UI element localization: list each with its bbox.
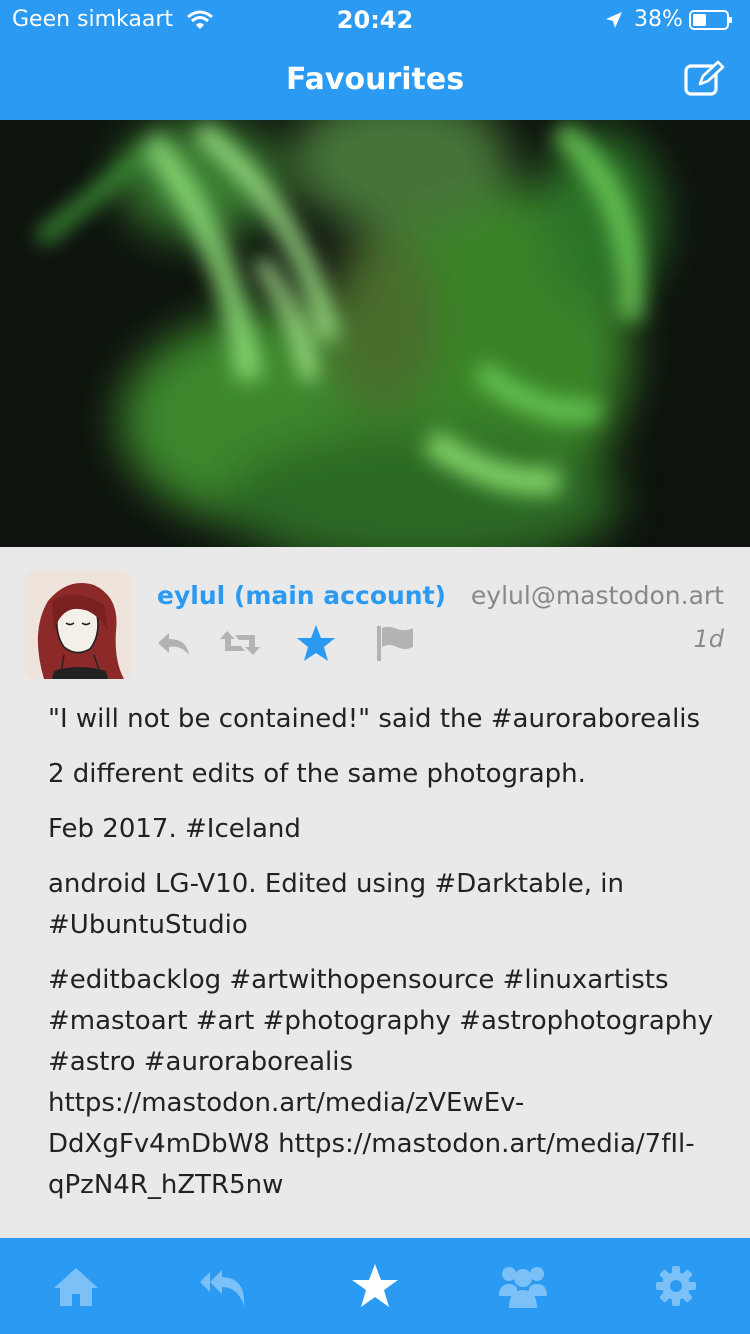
- compose-icon[interactable]: [684, 60, 726, 98]
- content-paragraph: android LG-V10. Edited using #Darktable,…: [48, 869, 624, 940]
- reply-icon[interactable]: [155, 623, 195, 663]
- status-content: "I will not be contained!" said the #aur…: [48, 699, 718, 1220]
- content-paragraph: Feb 2017. #Iceland: [48, 814, 301, 844]
- battery-percent: 38%: [634, 7, 683, 32]
- settings-icon[interactable]: [650, 1262, 702, 1310]
- replies-icon[interactable]: [198, 1262, 250, 1310]
- tab-bar: [0, 1238, 750, 1334]
- favourites-icon[interactable]: [349, 1262, 401, 1310]
- report-icon[interactable]: [375, 623, 415, 663]
- timestamp: 1d: [693, 625, 724, 653]
- avatar[interactable]: [24, 571, 132, 679]
- status-bar: Geen simkaart 20:42 38%: [0, 0, 750, 40]
- people-icon[interactable]: [497, 1262, 549, 1310]
- content-paragraph: 2 different edits of the same photograph…: [48, 759, 586, 789]
- battery-icon: [689, 10, 732, 30]
- aurora-image: [0, 120, 750, 547]
- location-arrow-icon: [606, 12, 622, 28]
- content-paragraph: "I will not be contained!" said the #aur…: [48, 704, 701, 734]
- account-handle: eylul@mastodon.art: [470, 581, 724, 610]
- home-icon[interactable]: [50, 1262, 102, 1310]
- page-title: Favourites: [285, 62, 465, 97]
- display-name[interactable]: eylul (main account): [157, 581, 446, 610]
- favourite-icon[interactable]: [296, 623, 336, 663]
- content-paragraph: #editbacklog #artwithopensource #linuxar…: [48, 965, 714, 1200]
- avatar-image: [24, 571, 132, 679]
- navigation-bar: Geen simkaart 20:42 38% Favourites: [0, 0, 750, 120]
- status-card: eylul (main account) eylul@mastodon.art …: [0, 547, 750, 1238]
- boost-icon[interactable]: [217, 623, 263, 663]
- media-attachment[interactable]: [0, 120, 750, 547]
